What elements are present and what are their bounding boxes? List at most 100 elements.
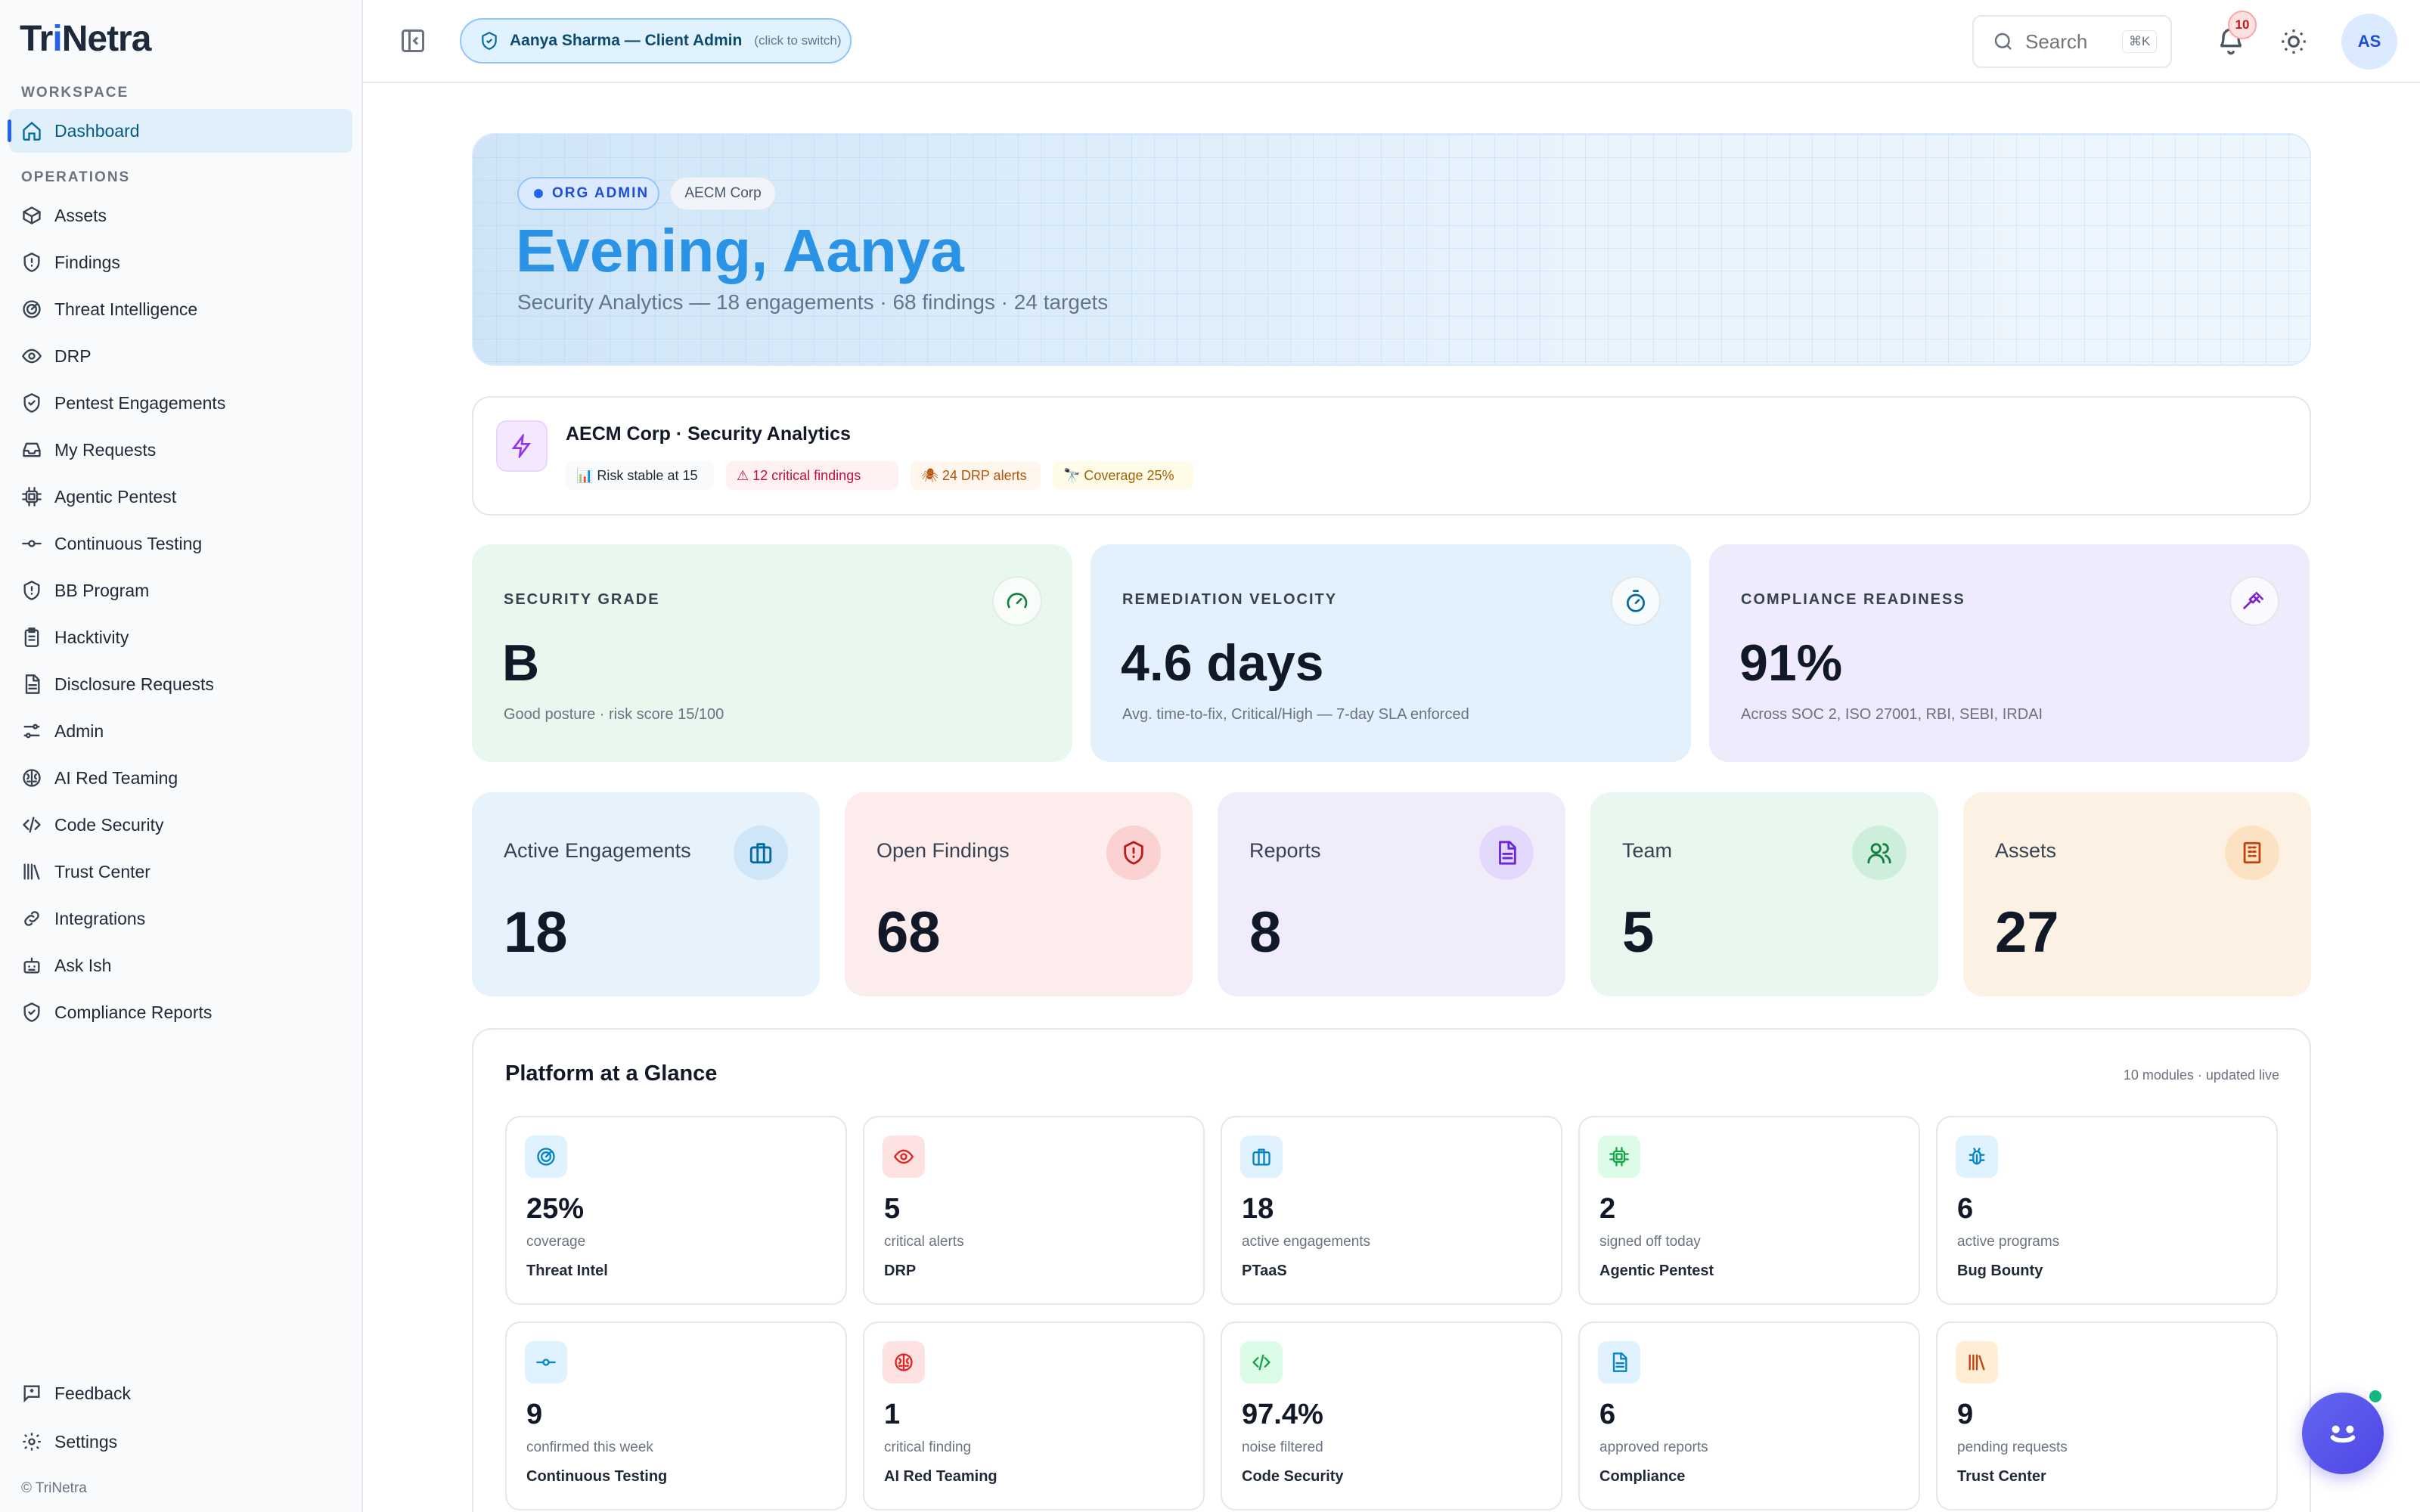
sidebar-item-threat-intelligence[interactable]: Threat Intelligence xyxy=(9,287,352,331)
sidebar-item-agentic-pentest[interactable]: Agentic Pentest xyxy=(9,475,352,519)
sidebar-item-my-requests[interactable]: My Requests xyxy=(9,428,352,472)
tile-icon-wrap xyxy=(525,1136,567,1178)
module-tile-trust-center[interactable]: 9 pending requests Trust Center xyxy=(1936,1321,2278,1510)
stat-value: 91% xyxy=(1739,634,1843,692)
search-input[interactable] xyxy=(2025,29,2116,54)
role-switcher[interactable]: Aanya Sharma — Client Admin (click to sw… xyxy=(460,18,852,64)
org-summary-card: AECM Corp · Security Analytics 📊 Risk st… xyxy=(472,396,2311,516)
logo-text-3: Netra xyxy=(61,19,152,59)
metric-label: Team xyxy=(1622,839,1673,862)
sidebar-item-trust-center[interactable]: Trust Center xyxy=(9,850,352,894)
metric-icon-wrap xyxy=(1852,826,1907,880)
sidebar-item-feedback[interactable]: Feedback xyxy=(9,1371,352,1415)
sidebar-item-label: Compliance Reports xyxy=(54,1002,213,1022)
stat-card-security-grade[interactable]: SECURITY GRADE B Good posture · risk score… xyxy=(472,544,1072,762)
sidebar-item-code-security[interactable]: Code Security xyxy=(9,803,352,847)
section-label-workspace: WORKSPACE xyxy=(21,85,129,101)
sidebar-item-continuous-testing[interactable]: Continuous Testing xyxy=(9,522,352,565)
building-icon xyxy=(2243,841,2261,864)
tile-value: 25% xyxy=(526,1193,585,1225)
shield-check-icon xyxy=(482,31,497,50)
tile-subtext: signed off today xyxy=(1599,1234,1701,1250)
sidebar-item-settings[interactable]: Settings xyxy=(9,1420,352,1464)
metric-card-active-engagements[interactable]: Active Engagements 18 xyxy=(472,792,820,996)
sidebar-item-label: Disclosure Requests xyxy=(54,674,214,694)
stat-label: REMEDIATION VELOCITY xyxy=(1122,591,1338,608)
stat-icon-wrap xyxy=(2229,576,2279,626)
commit-icon xyxy=(22,540,42,547)
metric-card-team[interactable]: Team 5 xyxy=(1590,792,1938,996)
avatar[interactable]: AS xyxy=(2341,14,2397,70)
module-tile-drp[interactable]: 5 critical alerts DRP xyxy=(863,1116,1205,1305)
gear-icon xyxy=(23,1433,41,1451)
trinetra-logo[interactable]: TriNetra xyxy=(20,18,152,60)
status-dot xyxy=(534,189,543,198)
tile-module-name: Agentic Pentest xyxy=(1599,1263,1714,1279)
sidebar-item-assets[interactable]: Assets xyxy=(9,194,352,237)
sidebar-item-disclosure-requests[interactable]: Disclosure Requests xyxy=(9,662,352,706)
sidebar-item-integrations[interactable]: Integrations xyxy=(9,897,352,940)
tile-value: 6 xyxy=(1957,1193,1974,1225)
module-tile-code-security[interactable]: 97.4% noise filtered Code Security xyxy=(1221,1321,1562,1510)
tile-icon-wrap xyxy=(1240,1341,1283,1383)
tile-icon-wrap xyxy=(1956,1341,1998,1383)
sidebar-item-findings[interactable]: Findings xyxy=(9,240,352,284)
sidebar-item-ai-red-teaming[interactable]: AI Red Teaming xyxy=(9,756,352,800)
topbar: Aanya Sharma — Client Admin (click to sw… xyxy=(363,0,2420,83)
sidebar-collapse-icon[interactable] xyxy=(399,27,427,54)
sidebar-item-pentest-engagements[interactable]: Pentest Engagements xyxy=(9,381,352,425)
sidebar-item-compliance-reports[interactable]: Compliance Reports xyxy=(9,990,352,1034)
tile-module-name: Bug Bounty xyxy=(1957,1263,2043,1279)
timer-icon xyxy=(1627,590,1645,612)
sun-icon[interactable] xyxy=(2279,27,2308,56)
module-tile-threat-intel[interactable]: 25% coverage Threat Intel xyxy=(505,1116,847,1305)
sidebar-item-hacktivity[interactable]: Hacktivity xyxy=(9,615,352,659)
feedback-icon xyxy=(23,1385,40,1403)
sidebar-item-admin[interactable]: Admin xyxy=(9,709,352,753)
module-tile-compliance[interactable]: 6 approved reports Compliance xyxy=(1578,1321,1920,1510)
stat-card-compliance-readiness[interactable]: COMPLIANCE READINESS 91% Across SOC 2, ISO… xyxy=(1709,544,2310,762)
sidebar-item-bb-program[interactable]: BB Program xyxy=(9,569,352,612)
metric-card-open-findings[interactable]: Open Findings 68 xyxy=(845,792,1193,996)
sidebar-item-ask-ish[interactable]: Ask Ish xyxy=(9,943,352,987)
metric-label: Assets xyxy=(1995,839,2057,862)
search-box[interactable]: ⌘K xyxy=(1972,15,2172,68)
metric-card-assets[interactable]: Assets 27 xyxy=(1963,792,2311,996)
briefcase-icon xyxy=(749,843,772,864)
sidebar-item-label: Hacktivity xyxy=(54,627,129,647)
sidebar-item-dashboard[interactable]: Dashboard xyxy=(8,109,352,153)
tile-subtext: coverage xyxy=(526,1234,586,1250)
section-label-operations: OPERATIONS xyxy=(21,169,131,185)
online-status-dot xyxy=(2367,1388,2384,1405)
module-tile-ai-red-teaming[interactable]: 1 critical finding AI Red Teaming xyxy=(863,1321,1205,1510)
copyright: © TriNetra xyxy=(21,1480,87,1496)
tile-value: 18 xyxy=(1242,1193,1274,1225)
users-icon xyxy=(1867,843,1891,864)
notification-badge: 10 xyxy=(2228,11,2257,39)
module-tile-continuous-testing[interactable]: 9 confirmed this week Continuous Testing xyxy=(505,1321,847,1510)
sidebar-item-drp[interactable]: DRP xyxy=(9,334,352,378)
tile-icon-wrap xyxy=(1240,1136,1283,1178)
tile-value: 1 xyxy=(884,1399,901,1430)
sidebar-item-label: Threat Intelligence xyxy=(54,299,198,319)
ask-ish-chat-button[interactable] xyxy=(2302,1393,2384,1474)
metric-card-reports[interactable]: Reports 8 xyxy=(1218,792,1565,996)
code-icon xyxy=(1252,1354,1270,1371)
radar-icon xyxy=(537,1148,555,1166)
shield-check-icon xyxy=(23,393,40,413)
sidebar-item-label: Dashboard xyxy=(54,120,140,141)
tile-subtext: critical finding xyxy=(884,1439,972,1455)
stat-card-remediation-velocity[interactable]: REMEDIATION VELOCITY 4.6 days Avg. time-to… xyxy=(1091,544,1691,762)
tile-module-name: Code Security xyxy=(1242,1468,1344,1485)
module-tile-bug-bounty[interactable]: 6 active programs Bug Bounty xyxy=(1936,1116,2278,1305)
tile-value: 6 xyxy=(1599,1399,1616,1430)
org-name-pill: AECM Corp xyxy=(670,177,776,210)
module-tile-ptaas[interactable]: 18 active engagements PTaaS xyxy=(1221,1116,1562,1305)
sidebar-item-label: Admin xyxy=(54,720,104,741)
metric-value: 18 xyxy=(504,900,568,965)
sidebar-item-label: Settings xyxy=(54,1431,118,1452)
shield-alert-icon xyxy=(1124,841,1143,865)
module-tile-agentic-pentest[interactable]: 2 signed off today Agentic Pentest xyxy=(1578,1116,1920,1305)
eye-icon xyxy=(894,1149,914,1164)
stat-icon-wrap xyxy=(992,576,1042,626)
